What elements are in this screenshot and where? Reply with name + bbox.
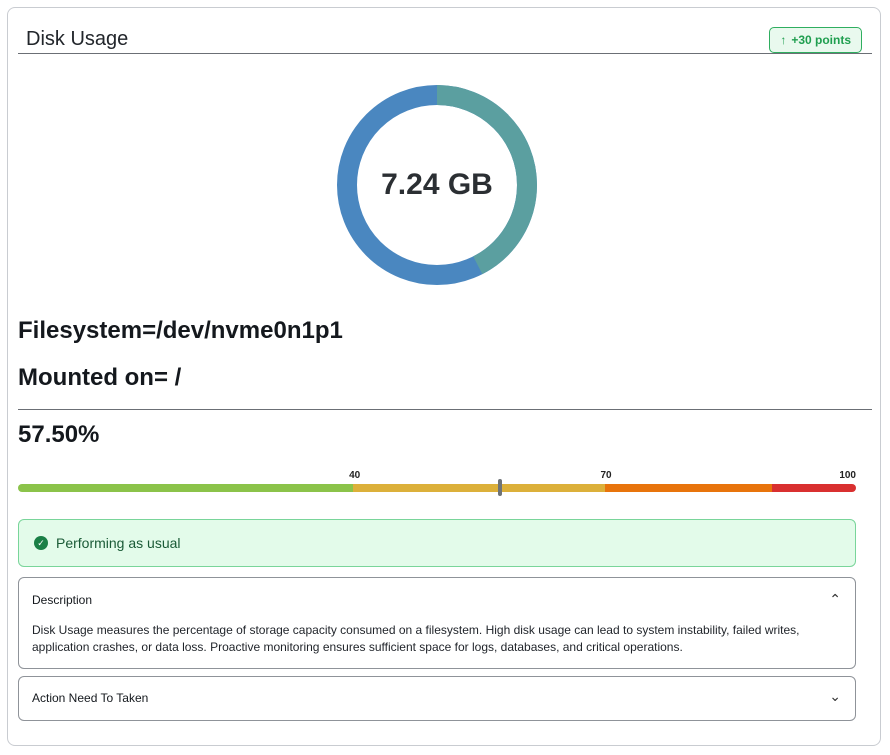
filesystem-label: Filesystem=/dev/nvme0n1p1 xyxy=(18,317,343,344)
points-badge-label: +30 points xyxy=(791,33,851,47)
card-title: Disk Usage xyxy=(26,28,129,50)
donut-center-label: 7.24 GB xyxy=(381,168,493,201)
chevron-up-icon[interactable]: ⌃ xyxy=(829,591,841,608)
gauge-marker xyxy=(497,479,502,496)
gauge-segment-green xyxy=(18,484,354,492)
description-text: Disk Usage measures the percentage of st… xyxy=(32,623,800,654)
chevron-down-icon[interactable]: ⌄ xyxy=(829,688,841,705)
mount-label: Mounted on= / xyxy=(18,364,182,391)
gauge-segment-orange xyxy=(604,484,773,492)
header-divider xyxy=(18,53,872,54)
card-header: Disk Usage ↑ +30 points xyxy=(26,27,862,63)
section-divider xyxy=(18,409,872,410)
status-text: Performing as usual xyxy=(56,535,181,551)
gauge-segment-red xyxy=(772,484,856,492)
check-circle-icon: ✓ xyxy=(34,536,48,550)
points-badge: ↑ +30 points xyxy=(769,27,862,53)
gauge-tick-70: 70 xyxy=(600,470,612,481)
gauge-segment-yellow xyxy=(353,484,605,492)
threshold-gauge: 40 70 100 xyxy=(18,468,856,498)
action-title: Action Need To Taken xyxy=(32,691,149,705)
usage-percent: 57.50% xyxy=(18,421,100,448)
gauge-tick-40: 40 xyxy=(349,470,361,481)
description-title: Description xyxy=(32,593,93,607)
gauge-tick-100: 100 xyxy=(839,470,856,481)
action-panel[interactable]: Action Need To Taken ⌄ xyxy=(18,676,856,721)
description-panel[interactable]: Description ⌃ Disk Usage measures the pe… xyxy=(18,577,856,669)
status-banner: ✓ Performing as usual xyxy=(18,519,856,567)
arrow-up-icon: ↑ xyxy=(780,33,787,47)
